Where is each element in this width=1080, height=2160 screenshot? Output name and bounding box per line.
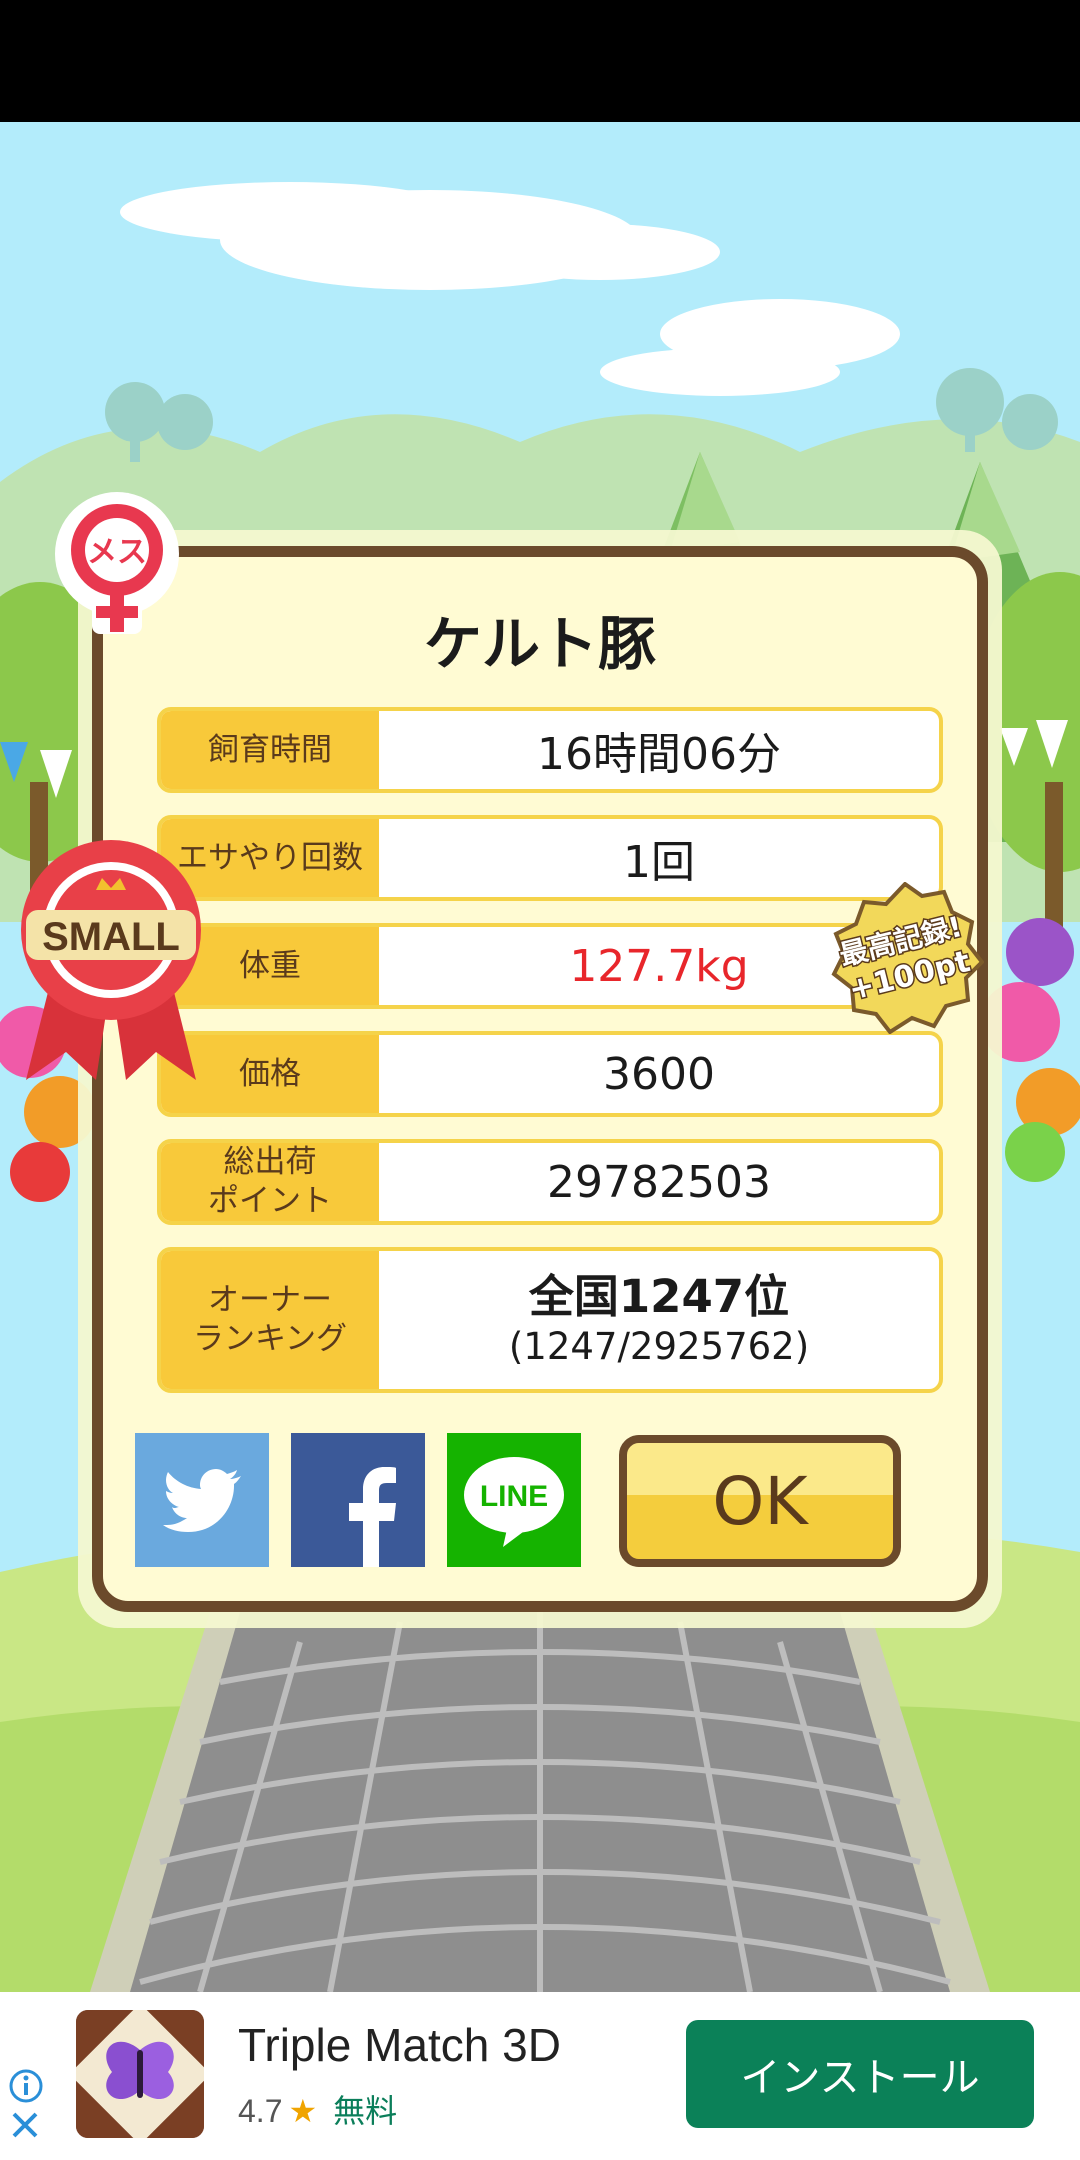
ad-app-title[interactable]: Triple Match 3D xyxy=(238,2018,561,2072)
row-price: 価格 3600 xyxy=(157,1031,943,1117)
row-owner-ranking: オーナー ランキング 全国1247位 (1247/2925762) xyxy=(157,1247,943,1393)
row-value: 16時間06分 xyxy=(537,729,781,780)
row-label: オーナー ランキング xyxy=(161,1251,379,1389)
app-icon[interactable] xyxy=(76,2010,204,2138)
ranking-main: 全国1247位 xyxy=(528,1270,790,1323)
row-value: 29782503 xyxy=(547,1156,771,1208)
row-value: 3600 xyxy=(603,1048,715,1100)
row-raising-time: 飼育時間 16時間06分 xyxy=(157,707,943,793)
star-icon: ★ xyxy=(288,2093,318,2129)
line-label: LINE xyxy=(480,1480,548,1513)
butterfly-icon xyxy=(76,2010,204,2138)
ranking-sub: (1247/2925762) xyxy=(508,1325,810,1368)
pig-name-title: ケルト豚 xyxy=(423,610,656,678)
twitter-share-button[interactable] xyxy=(135,1433,269,1567)
line-icon: LINE xyxy=(447,1433,581,1567)
pig-result-dialog: ケルト豚 飼育時間 16時間06分 エサやり回数 1回 体重 127.7kg 価… xyxy=(92,546,988,1612)
gender-label: メス xyxy=(87,535,147,570)
ad-close-icon[interactable] xyxy=(10,2110,40,2140)
ad-banner[interactable]: Triple Match 3D 4.7 ★ 無料 インストール xyxy=(0,1992,1080,2160)
ok-button[interactable]: OK xyxy=(619,1435,901,1567)
row-label: 飼育時間 xyxy=(161,711,379,789)
best-record-badge: 最高記録! +100pt xyxy=(831,882,984,1034)
row-value: 全国1247位 (1247/2925762) xyxy=(379,1251,939,1389)
rating-value: 4.7 xyxy=(238,2093,283,2129)
ad-info-icon[interactable] xyxy=(8,2068,44,2104)
small-rosette-badge: SMALL xyxy=(21,840,201,1080)
facebook-share-button[interactable] xyxy=(291,1433,425,1567)
female-badge-icon: メス xyxy=(55,492,179,634)
row-total-shipping-points: 総出荷 ポイント 29782503 xyxy=(157,1139,943,1225)
size-label: SMALL xyxy=(42,915,180,959)
ad-rating: 4.7 ★ 無料 xyxy=(238,2086,397,2132)
facebook-icon xyxy=(291,1433,425,1567)
row-label: 総出荷 ポイント xyxy=(161,1143,379,1221)
install-button[interactable]: インストール xyxy=(686,2020,1034,2128)
twitter-icon xyxy=(135,1433,269,1567)
ad-price: 無料 xyxy=(333,2093,398,2129)
status-bar xyxy=(0,0,1080,122)
line-share-button[interactable]: LINE xyxy=(447,1433,581,1567)
